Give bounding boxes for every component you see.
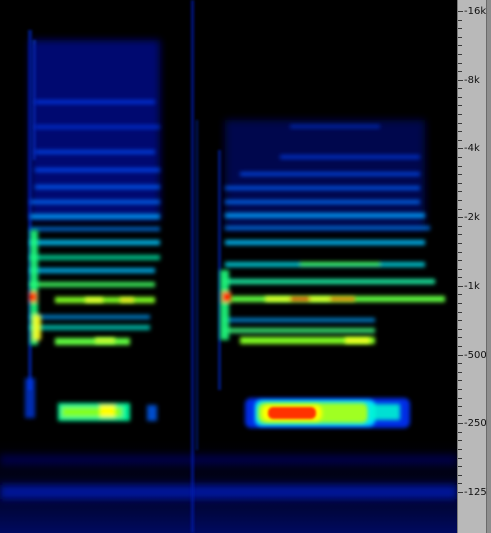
ruler-minor-tick	[458, 226, 462, 227]
ruler-label: -1k	[463, 281, 481, 292]
ruler-minor-tick	[458, 88, 462, 89]
ruler-minor-tick	[458, 294, 462, 295]
ruler-minor-tick	[458, 37, 462, 38]
spectrogram-view[interactable]	[0, 0, 457, 533]
ruler-label: -2k	[463, 212, 481, 223]
ruler-label: -8k	[463, 75, 481, 86]
segment-1	[25, 40, 160, 421]
ruler-label: -250	[463, 418, 488, 429]
ruler-label: -500	[463, 350, 488, 361]
ruler-minor-tick	[458, 54, 462, 55]
spectrogram-image	[0, 0, 457, 533]
ruler-minor-tick	[458, 191, 462, 192]
ruler-minor-tick	[458, 174, 462, 175]
ruler-minor-tick	[458, 277, 462, 278]
ruler-minor-tick	[458, 183, 462, 184]
ruler-minor-tick	[458, 166, 462, 167]
ruler-minor-tick	[458, 380, 462, 381]
ruler-minor-tick	[458, 329, 462, 330]
ruler-minor-tick	[458, 200, 462, 201]
spectrogram-window: -16k -8k -4k -2k -1k -500 -250 -125	[0, 0, 491, 533]
ruler-minor-tick	[458, 105, 462, 106]
ruler-minor-tick	[458, 415, 462, 416]
ruler-minor-tick	[458, 209, 462, 210]
ruler-label: -4k	[463, 143, 481, 154]
ruler-label: -16k	[463, 6, 488, 17]
ruler-minor-tick	[458, 406, 462, 407]
ruler-minor-tick	[458, 252, 462, 253]
ruler-minor-tick	[458, 303, 462, 304]
ruler-scroll-edge[interactable]	[486, 0, 491, 533]
ruler-minor-tick	[458, 45, 462, 46]
ruler-minor-tick	[458, 458, 462, 459]
segment-2	[220, 120, 445, 428]
ruler-minor-tick	[458, 483, 462, 484]
frequency-ruler[interactable]: -16k -8k -4k -2k -1k -500 -250 -125	[457, 0, 491, 533]
ruler-minor-tick	[458, 260, 462, 261]
ruler-label: -125	[463, 487, 488, 498]
ruler-minor-tick	[458, 234, 462, 235]
ruler-minor-tick	[458, 114, 462, 115]
ruler-minor-tick	[458, 140, 462, 141]
ruler-minor-tick	[458, 337, 462, 338]
ruler-minor-tick	[458, 398, 462, 399]
ruler-minor-tick	[458, 363, 462, 364]
ruler-minor-tick	[458, 63, 462, 64]
ruler-minor-tick	[458, 131, 462, 132]
ruler-minor-tick	[458, 440, 462, 441]
ruler-minor-tick	[458, 346, 462, 347]
ruler-minor-tick	[458, 123, 462, 124]
ruler-minor-tick	[458, 312, 462, 313]
ruler-minor-tick	[458, 157, 462, 158]
ruler-minor-tick	[458, 71, 462, 72]
ruler-minor-tick	[458, 97, 462, 98]
ruler-minor-tick	[458, 449, 462, 450]
ruler-minor-tick	[458, 466, 462, 467]
ruler-minor-tick	[458, 389, 462, 390]
ruler-minor-tick	[458, 269, 462, 270]
ruler-minor-tick	[458, 320, 462, 321]
ruler-minor-tick	[458, 475, 462, 476]
ruler-minor-tick	[458, 20, 462, 21]
ruler-minor-tick	[458, 28, 462, 29]
ruler-minor-tick	[458, 243, 462, 244]
ruler-minor-tick	[458, 432, 462, 433]
ruler-minor-tick	[458, 372, 462, 373]
